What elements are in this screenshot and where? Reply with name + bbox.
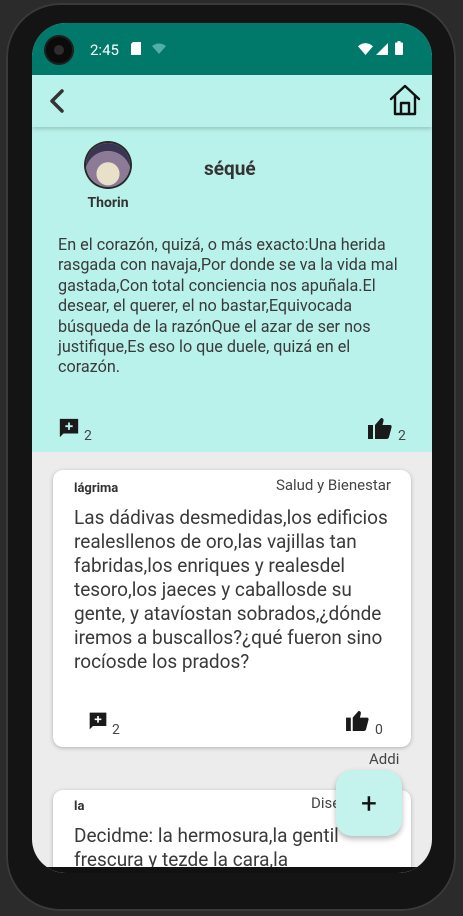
post-comment-count: 2: [84, 428, 92, 444]
thumbs-up-icon[interactable]: [346, 710, 369, 731]
home-icon[interactable]: [388, 83, 422, 117]
add-comment-icon[interactable]: [58, 417, 80, 439]
list-item[interactable]: lágrima Salud y Bienestar Las dádivas de…: [53, 470, 411, 747]
add-comment-icon[interactable]: [88, 711, 108, 731]
chevron-left-icon[interactable]: [44, 87, 72, 115]
card-category: Salud y Bienestar: [275, 476, 391, 494]
post-author[interactable]: Thorin: [32, 195, 184, 211]
status-time: 2:45: [90, 41, 119, 59]
partial-label: Addi: [369, 750, 400, 768]
card-author[interactable]: la: [74, 799, 84, 814]
post-body: En el corazón, quizá, o más exacto:Una h…: [58, 235, 398, 377]
post-detail: Thorin séqué En el corazón, quizá, o más…: [32, 127, 432, 452]
phone-frame: 2:45 Thorin séqué En el corazón, quizá, …: [6, 3, 456, 911]
plus-icon: +: [361, 786, 377, 820]
thumbs-up-icon[interactable]: [368, 417, 392, 439]
card-comment-count: 2: [112, 722, 120, 738]
screen: 2:45 Thorin séqué En el corazón, quizá, …: [32, 23, 432, 873]
signal-icon: [376, 43, 388, 55]
post-title: séqué: [204, 157, 256, 180]
add-post-button[interactable]: +: [336, 770, 402, 836]
card-body: Las dádivas desmedidas,los edificios rea…: [74, 506, 388, 673]
wifi-icon: [358, 43, 373, 55]
card-body: Decidme: la hermosura,la gentil frescura…: [74, 824, 339, 871]
card-like-count: 0: [375, 722, 383, 738]
navigation-bar: [32, 867, 432, 873]
card-author[interactable]: lágrima: [74, 481, 118, 496]
app-bar: [32, 75, 432, 127]
post-like-count: 2: [398, 428, 406, 444]
status-bar: 2:45: [32, 23, 432, 75]
sd-card-icon: [131, 42, 141, 55]
battery-icon: [395, 41, 403, 55]
camera-icon: [46, 37, 72, 63]
avatar[interactable]: [86, 143, 130, 187]
wifi-icon: [152, 43, 166, 54]
